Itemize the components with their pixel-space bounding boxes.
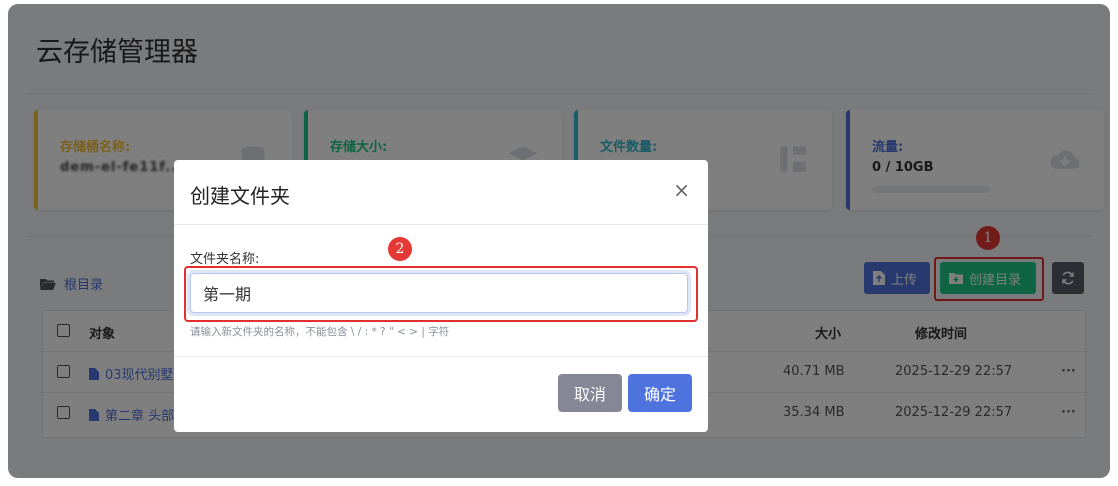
close-icon[interactable]: × bbox=[673, 178, 690, 202]
dialog-header: 创建文件夹 × bbox=[174, 160, 708, 225]
step-2-badge: 2 bbox=[388, 237, 412, 261]
folder-name-hint: 请输入新文件夹的名称，不能包含 \ / : * ? " < > | 字符 bbox=[190, 326, 450, 338]
folder-name-highlight bbox=[184, 266, 698, 322]
dialog-footer bbox=[174, 356, 708, 357]
folder-name-label: 文件夹名称: bbox=[190, 252, 260, 267]
dialog-title: 创建文件夹 bbox=[190, 184, 290, 208]
create-folder-dialog: 创建文件夹 × 文件夹名称: 请输入新文件夹的名称，不能包含 \ / : * ?… bbox=[174, 160, 708, 432]
confirm-button[interactable]: 确定 bbox=[628, 374, 692, 412]
cancel-button[interactable]: 取消 bbox=[558, 374, 622, 412]
